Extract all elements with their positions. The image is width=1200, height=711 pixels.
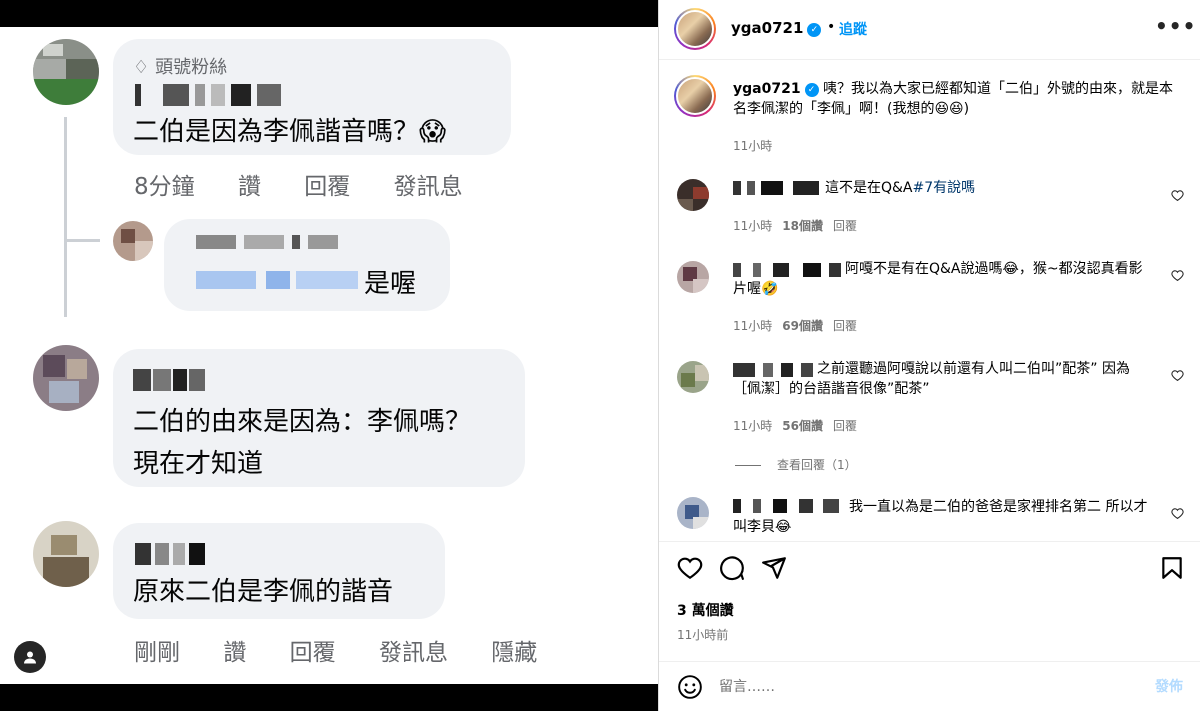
hide-link: 隱藏	[491, 640, 538, 666]
comment-bubble: 原來二伯是李佩的諧音	[113, 523, 445, 619]
reply-link: 回覆	[304, 174, 351, 200]
reply-link[interactable]: 回覆	[833, 319, 857, 333]
heart-icon[interactable]	[1171, 369, 1184, 382]
comment-text: 二伯的由來是因為：李佩嗎？	[133, 407, 472, 437]
blurred-name	[135, 543, 205, 565]
comment-text: 阿嘎不是有在Q&A說過嗎😂，猴~都沒認真看影片喔🤣	[733, 261, 1143, 297]
message-link: 發訊息	[378, 640, 448, 666]
comment-meta: 8分鐘 讚 回覆 發訊息	[134, 167, 499, 201]
post-comment-button[interactable]: 發佈	[1155, 676, 1183, 696]
likes-count[interactable]: 3 萬個讚	[677, 600, 734, 620]
post-header: yga0721 ✓ • 追蹤 •••	[659, 0, 1200, 60]
comment-likes[interactable]: 69個讚	[782, 319, 823, 333]
avatar	[33, 39, 99, 105]
separator-dot: •	[827, 19, 836, 35]
comment-time: 剛剛	[134, 640, 180, 666]
view-replies-button[interactable]: 查看回覆（1）	[735, 456, 857, 473]
verified-icon: ✓	[804, 83, 819, 97]
caption-username[interactable]: yga0721	[733, 81, 801, 97]
comment-meta: 剛剛 讚 回覆 發訊息 隱藏	[134, 633, 573, 667]
reply-link: 回覆	[289, 640, 336, 666]
bookmark-icon[interactable]	[1159, 555, 1185, 581]
heart-icon[interactable]	[1171, 189, 1184, 202]
top-fan-badge: ♢ 頭號粉絲	[133, 57, 228, 78]
avatar[interactable]	[674, 75, 716, 117]
blurred-username	[733, 181, 823, 195]
comment-likes[interactable]: 18個讚	[782, 219, 823, 233]
share-icon[interactable]	[761, 555, 787, 581]
screenshot-image: ♢ 頭號粉絲 二伯是因為李佩諧音嗎？😱 8分鐘 讚 回覆 發訊息 是喔 二伯的由…	[0, 27, 658, 684]
comment-icon[interactable]	[719, 555, 745, 581]
message-link: 發訊息	[393, 174, 463, 200]
comment-input[interactable]: 留言……	[719, 676, 775, 696]
comment-likes[interactable]: 56個讚	[782, 419, 823, 433]
reply-bubble: 是喔	[164, 219, 450, 311]
tagged-users-button[interactable]	[14, 641, 46, 673]
post-sidebar: yga0721 ✓ • 追蹤 ••• yga0721 ✓ 咦？我以為大家已經都知道「…	[658, 0, 1200, 711]
reply-text: 是喔	[364, 269, 417, 299]
avatar	[33, 521, 99, 587]
hashtag-link[interactable]: #7有說嗎	[913, 180, 976, 196]
caption-time: 11小時	[733, 139, 773, 153]
like-link: 讚	[223, 640, 247, 666]
post-timestamp: 11小時前	[677, 628, 729, 642]
blurred-name	[135, 84, 295, 106]
heart-icon[interactable]	[677, 555, 703, 581]
avatar[interactable]	[677, 179, 709, 211]
comment-text: 現在才知道	[133, 449, 264, 479]
replies-divider	[735, 465, 761, 466]
heart-icon[interactable]	[1171, 269, 1184, 282]
add-comment-bar: 留言…… 發佈	[659, 661, 1200, 711]
user-icon	[24, 651, 36, 664]
avatar	[33, 345, 99, 411]
blurred-name	[196, 235, 338, 249]
comment-meta: 11小時 56個讚 回覆	[733, 419, 857, 433]
like-link: 讚	[237, 174, 261, 200]
diamond-icon: ♢	[133, 57, 150, 78]
avatar[interactable]	[677, 261, 709, 293]
blurred-tag	[196, 271, 358, 289]
comment-bubble: 二伯的由來是因為：李佩嗎？ 現在才知道	[113, 349, 525, 487]
post-caption: yga0721 ✓ 咦？我以為大家已經都知道「二伯」外號的由來，就是本名李佩潔的「…	[733, 79, 1173, 119]
post-actions: 3 萬個讚 11小時前	[659, 541, 1200, 661]
blurred-name	[133, 369, 205, 391]
more-options-icon[interactable]: •••	[1155, 14, 1196, 38]
comment-meta: 11小時 69個讚 回覆	[733, 319, 857, 333]
thread-line	[64, 117, 67, 317]
verified-icon: ✓	[807, 23, 822, 37]
comment-text: 原來二伯是李佩的諧音	[133, 577, 394, 607]
avatar[interactable]	[674, 8, 716, 50]
comment-text: 二伯是因為李佩諧音嗎？😱	[133, 117, 447, 147]
comment-time: 8分鐘	[134, 174, 195, 200]
avatar	[113, 221, 153, 261]
heart-icon[interactable]	[1171, 507, 1184, 520]
comment-meta: 11小時 18個讚 回覆	[733, 219, 857, 233]
comment-text: 之前還聽過阿嘎說以前還有人叫二伯叫”配茶” 因為［佩潔］的台語諧音很像”配茶”	[733, 361, 1130, 397]
comments-list[interactable]: yga0721 ✓ 咦？我以為大家已經都知道「二伯」外號的由來，就是本名李佩潔的「…	[659, 61, 1200, 541]
follow-button[interactable]: 追蹤	[839, 19, 867, 39]
post-media[interactable]: ♢ 頭號粉絲 二伯是因為李佩諧音嗎？😱 8分鐘 讚 回覆 發訊息 是喔 二伯的由…	[0, 0, 658, 711]
avatar[interactable]	[677, 497, 709, 529]
comment-text: 這不是在Q&A#7有說嗎	[825, 180, 976, 196]
reply-link[interactable]: 回覆	[833, 219, 857, 233]
thread-branch	[64, 239, 100, 242]
reply-link[interactable]: 回覆	[833, 419, 857, 433]
avatar[interactable]	[677, 361, 709, 393]
username[interactable]: yga0721 ✓	[731, 19, 822, 37]
comment-bubble: ♢ 頭號粉絲 二伯是因為李佩諧音嗎？😱	[113, 39, 511, 155]
comment-text: 我一直以為是二伯的爸爸是家裡排名第二 所以才叫李貝😂	[733, 499, 1148, 535]
emoji-icon[interactable]	[677, 674, 703, 700]
